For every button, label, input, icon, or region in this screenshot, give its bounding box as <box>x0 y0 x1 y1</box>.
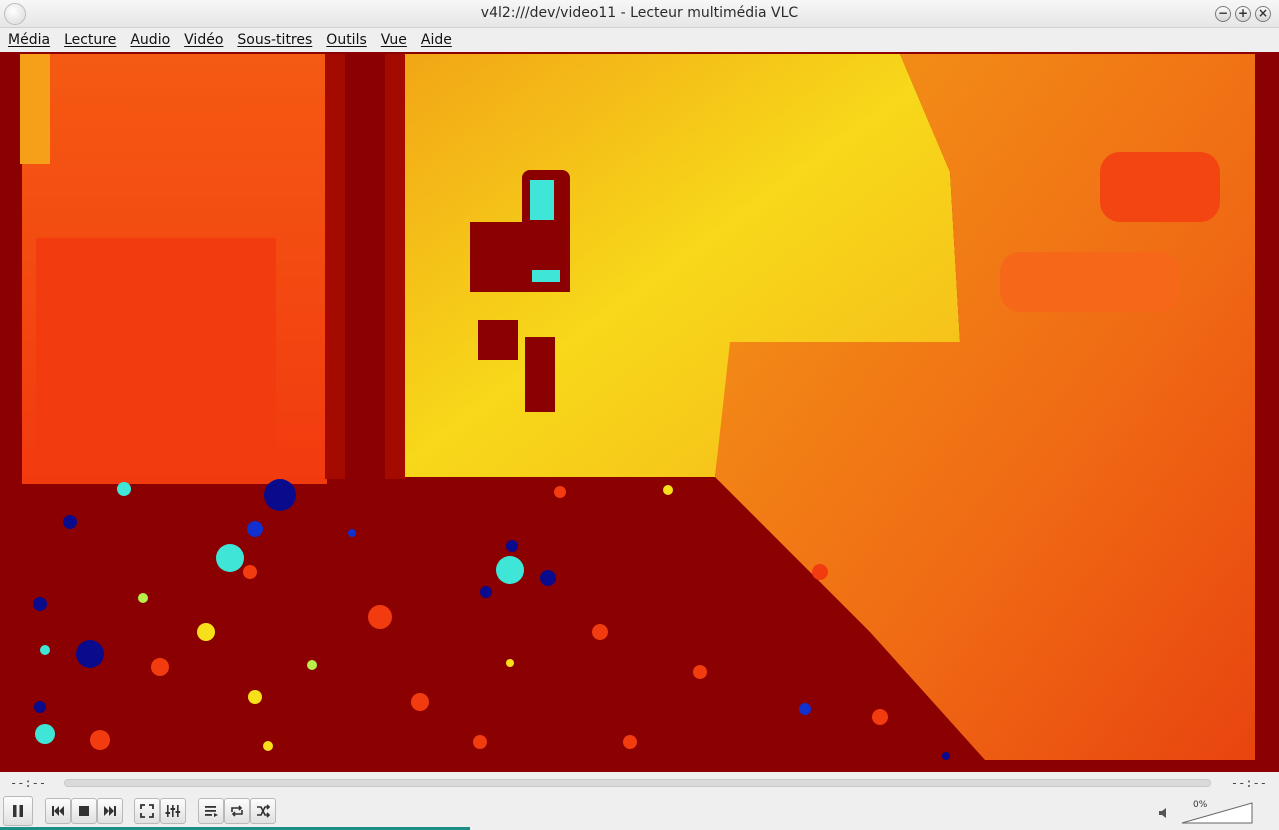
remaining-time[interactable]: --:-- <box>1231 776 1267 790</box>
speaker-icon[interactable] <box>1158 806 1172 820</box>
window-controls: − + × <box>1215 6 1271 22</box>
title-bar: v4l2:///dev/video11 - Lecteur multimédia… <box>0 0 1279 28</box>
shuffle-icon <box>257 804 271 818</box>
seek-row: --:-- --:-- <box>0 772 1279 794</box>
menu-bar: Média Lecture Audio Vidéo Sous-titres Ou… <box>0 28 1279 52</box>
playlist-icon <box>205 806 218 817</box>
stop-icon <box>79 806 89 816</box>
loop-button[interactable] <box>224 798 250 824</box>
menu-subtitles[interactable]: Sous-titres <box>237 32 312 48</box>
menu-media[interactable]: Média <box>8 32 50 48</box>
menu-tools[interactable]: Outils <box>326 32 366 48</box>
menu-audio[interactable]: Audio <box>130 32 170 48</box>
previous-icon <box>52 806 64 816</box>
close-button[interactable]: × <box>1255 6 1271 22</box>
playlist-button[interactable] <box>198 798 224 824</box>
equalizer-icon <box>165 805 181 817</box>
control-bar: 0% <box>0 794 1279 830</box>
seek-slider[interactable] <box>64 779 1211 787</box>
window-title: v4l2:///dev/video11 - Lecteur multimédia… <box>480 5 799 21</box>
fullscreen-button[interactable] <box>134 798 160 824</box>
random-button[interactable] <box>250 798 276 824</box>
loop-icon <box>231 805 243 817</box>
maximize-button[interactable]: + <box>1235 6 1251 22</box>
video-surface[interactable] <box>0 52 1279 772</box>
fullscreen-icon <box>140 804 154 818</box>
extended-settings-button[interactable] <box>160 798 186 824</box>
stop-button[interactable] <box>71 798 97 824</box>
volume-slider[interactable] <box>1180 801 1254 825</box>
menu-video[interactable]: Vidéo <box>184 32 223 48</box>
next-icon <box>104 806 116 816</box>
video-frame <box>0 52 1279 772</box>
menu-help[interactable]: Aide <box>421 32 452 48</box>
pause-button[interactable] <box>3 796 33 826</box>
minimize-button[interactable]: − <box>1215 6 1231 22</box>
next-button[interactable] <box>97 798 123 824</box>
menu-playback[interactable]: Lecture <box>64 32 116 48</box>
pause-icon <box>13 805 23 817</box>
previous-button[interactable] <box>45 798 71 824</box>
menu-view[interactable]: Vue <box>381 32 407 48</box>
elapsed-time[interactable]: --:-- <box>10 776 46 790</box>
